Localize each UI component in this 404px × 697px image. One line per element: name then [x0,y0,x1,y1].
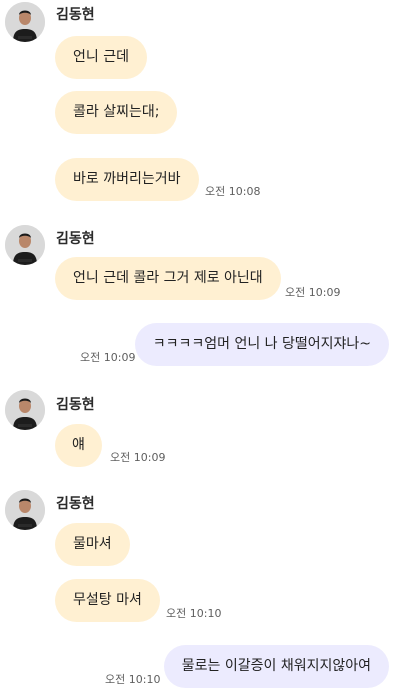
message-bubble-incoming[interactable]: 얘 [55,424,102,467]
sender-name: 김동현 [56,231,95,247]
message-timestamp: 오전 10:10 [166,607,222,620]
message-bubble-incoming[interactable]: 무설탕 마셔 [55,579,160,622]
message-bubble-outgoing[interactable]: 물로는 이갈증이 채워지지않아여 [163,645,389,688]
message-bubble-incoming[interactable]: 바로 까버리는거바 [55,158,199,201]
message-bubble-incoming[interactable]: 언니 근데 [55,36,147,79]
message-bubble-outgoing[interactable]: ㅋㅋㅋㅋ엄머 언니 나 당떨어지쟈나~ [134,323,389,366]
profile-avatar-icon [5,390,45,430]
message-timestamp: 오전 10:09 [80,351,136,364]
message-timestamp: 오전 10:10 [105,673,161,686]
sender-avatar[interactable] [5,390,45,430]
message-bubble-incoming[interactable]: 물마셔 [55,523,130,566]
message-timestamp: 오전 10:09 [285,286,341,299]
sender-avatar[interactable] [5,2,45,42]
profile-avatar-icon [5,225,45,265]
sender-name: 김동현 [56,7,95,23]
profile-avatar-icon [5,2,45,42]
sender-avatar[interactable] [5,225,45,265]
sender-name: 김동현 [56,496,95,512]
message-timestamp: 오전 10:09 [110,451,166,464]
message-timestamp: 오전 10:08 [205,185,261,198]
message-bubble-incoming[interactable]: 콜라 살찌는대; [55,91,178,134]
profile-avatar-icon [5,490,45,530]
sender-avatar[interactable] [5,490,45,530]
message-bubble-incoming[interactable]: 언니 근데 콜라 그거 제로 아닌대 [55,257,281,300]
sender-name: 김동현 [56,397,95,413]
